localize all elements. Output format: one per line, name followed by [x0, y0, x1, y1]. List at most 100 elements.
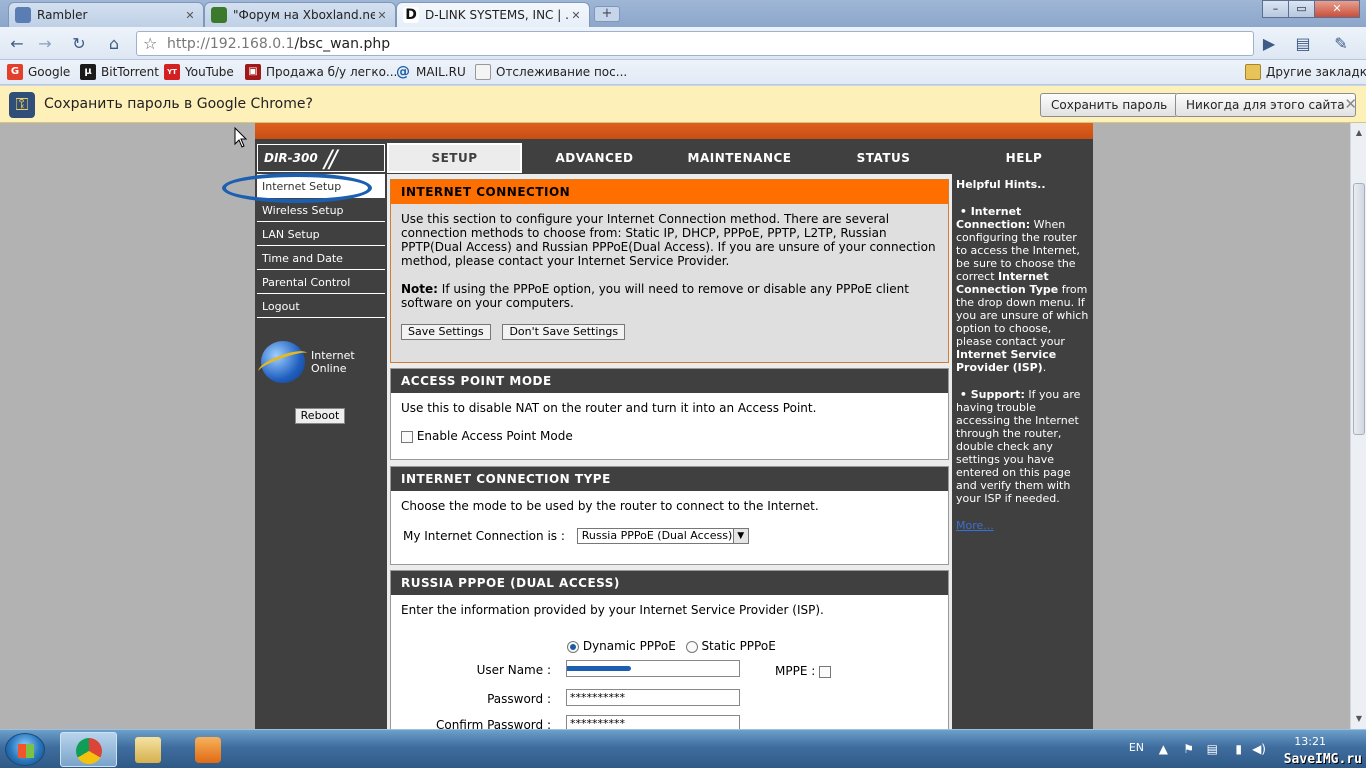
tab-rambler[interactable]: Rambler ✕	[8, 2, 204, 27]
address-bar[interactable]: ☆ http://192.168.0.1/bsc_wan.php	[136, 31, 1254, 56]
other-bookmarks[interactable]: Другие закладки	[1245, 64, 1366, 80]
volume-icon[interactable]: ◀)	[1252, 742, 1266, 756]
tab-help[interactable]: HELP	[955, 143, 1093, 173]
taskbar-media-player[interactable]	[180, 732, 237, 767]
tab-close-icon[interactable]: ✕	[183, 9, 197, 22]
scrollbar-thumb[interactable]	[1353, 183, 1365, 435]
bookmark-prodazha[interactable]: ▣ Продажа б/у легко...	[245, 64, 397, 80]
dont-save-settings-button[interactable]: Don't Save Settings	[502, 324, 626, 340]
wrench-icon[interactable]: ✎	[1330, 33, 1352, 55]
field-label: MPPE :	[775, 664, 816, 678]
tab-close-icon[interactable]: ✕	[375, 9, 389, 22]
close-icon[interactable]: ✕	[1344, 95, 1357, 113]
device-icon[interactable]: ▤	[1207, 742, 1218, 756]
section-title: ACCESS POINT MODE	[391, 369, 948, 393]
url-path: /bsc_wan.php	[294, 36, 391, 52]
menu-time-and-date[interactable]: Time and Date	[257, 246, 385, 270]
taskbar-explorer[interactable]	[120, 732, 177, 767]
status-text: Internet Online	[311, 349, 355, 375]
logo-slashes-icon: //	[324, 145, 337, 173]
language-indicator[interactable]: EN	[1129, 741, 1144, 754]
status-line: Internet	[311, 349, 355, 362]
static-pppoe-radio[interactable]	[685, 640, 698, 653]
confirm-password-input[interactable]: **********	[566, 715, 740, 729]
taskbar-chrome[interactable]	[60, 732, 117, 767]
radio-label: Dynamic PPPoE	[582, 639, 676, 653]
browser-toolbar: ← → ↻ ⌂ ☆ http://192.168.0.1/bsc_wan.php…	[0, 27, 1366, 60]
menu-parental-control[interactable]: Parental Control	[257, 270, 385, 294]
bookmarks-bar: G Google µ BitTorrent YT YouTube ▣ Прода…	[0, 60, 1366, 85]
tab-dlink[interactable]: D D-LINK SYSTEMS, INC | ... ✕	[396, 2, 590, 27]
section-title: RUSSIA PPPOE (DUAL ACCESS)	[391, 571, 948, 595]
reload-icon[interactable]: ↻	[68, 33, 90, 55]
page-menu-icon[interactable]: ▤	[1292, 33, 1314, 55]
page-icon	[475, 64, 491, 80]
tab-strip: Rambler ✕ "Форум на Xboxland.net... ✕ D …	[0, 0, 1366, 27]
hint-support: • Support: If you are having trouble acc…	[956, 388, 1081, 505]
xboxland-favicon-icon	[211, 7, 227, 23]
note-label: Note:	[401, 282, 438, 296]
show-hidden-icons-icon[interactable]: ▲	[1159, 742, 1168, 756]
tab-setup[interactable]: SETUP	[387, 143, 522, 173]
start-button[interactable]	[5, 733, 45, 766]
reboot-button[interactable]: Reboot	[295, 408, 345, 424]
scroll-down-icon[interactable]: ▼	[1351, 711, 1366, 727]
bookmark-star-icon[interactable]: ☆	[143, 34, 157, 53]
window-controls: – ▭ ✕	[1262, 0, 1360, 18]
bookmark-mailru[interactable]: @ MAIL.RU	[395, 64, 466, 80]
hint-title: Support:	[970, 388, 1025, 401]
note-text: If using the PPPoE option, you will need…	[401, 282, 909, 310]
bookmark-google[interactable]: G Google	[7, 64, 70, 80]
model-name: DIR-300	[264, 151, 318, 165]
radio-label: Static PPPoE	[701, 639, 776, 653]
save-password-button[interactable]: Сохранить пароль	[1040, 93, 1179, 117]
watermark-text: SaveIMG.ru	[1283, 752, 1362, 767]
scroll-up-icon[interactable]: ▲	[1351, 125, 1366, 141]
infobar-message: Сохранить пароль в Google Chrome?	[44, 96, 313, 112]
tab-maintenance[interactable]: MAINTENANCE	[667, 143, 812, 173]
tab-title: Rambler	[37, 8, 88, 22]
network-signal-icon[interactable]: ▮	[1235, 742, 1242, 756]
rambler-favicon-icon	[15, 7, 31, 23]
new-tab-button[interactable]: +	[594, 6, 620, 22]
bookmark-youtube[interactable]: YT YouTube	[164, 64, 234, 80]
bookmark-label: BitTorrent	[101, 65, 159, 79]
menu-lan-setup[interactable]: LAN Setup	[257, 222, 385, 246]
tab-close-icon[interactable]: ✕	[569, 9, 583, 22]
back-icon[interactable]: ←	[6, 33, 28, 55]
forward-icon[interactable]: →	[34, 33, 56, 55]
minimize-button[interactable]: –	[1262, 0, 1289, 18]
connection-type-select[interactable]: Russia PPPoE (Dual Access) ▼	[576, 528, 749, 544]
access-point-checkbox[interactable]	[401, 430, 413, 443]
menu-logout[interactable]: Logout	[257, 294, 385, 318]
bookmark-tracking[interactable]: Отслеживание пос...	[475, 64, 627, 80]
checkbox-label: Enable Access Point Mode	[416, 429, 573, 443]
maximize-button[interactable]: ▭	[1288, 0, 1315, 18]
bookmark-label: Другие закладки	[1266, 65, 1366, 79]
main-panel: INTERNET CONNECTION Use this section to …	[387, 174, 952, 729]
action-center-flag-icon[interactable]: ⚑	[1183, 742, 1194, 756]
header-banner	[255, 123, 1093, 139]
tab-advanced[interactable]: ADVANCED	[524, 143, 665, 173]
never-save-button[interactable]: Никогда для этого сайта	[1175, 93, 1356, 117]
tab-status[interactable]: STATUS	[814, 143, 953, 173]
close-window-button[interactable]: ✕	[1314, 0, 1360, 18]
password-input[interactable]: **********	[566, 689, 740, 706]
internet-status: Internet Online	[261, 341, 355, 383]
username-input[interactable]	[566, 660, 740, 677]
more-link[interactable]: More...	[956, 519, 1089, 532]
clock[interactable]: 13:21	[1294, 735, 1326, 749]
home-icon[interactable]: ⌂	[103, 33, 125, 55]
page-scrollbar[interactable]: ▲ ▼	[1350, 123, 1366, 729]
section-description: Enter the information provided by your I…	[401, 603, 824, 617]
go-icon[interactable]: ▶	[1258, 33, 1280, 55]
tab-xboxland[interactable]: "Форум на Xboxland.net... ✕	[204, 2, 396, 27]
bookmark-bittorrent[interactable]: µ BitTorrent	[80, 64, 159, 80]
bookmark-label: Продажа б/у легко...	[266, 65, 398, 79]
bookmark-label: Отслеживание пос...	[496, 65, 628, 79]
hint-internet-connection: • Internet Connection: When configuring …	[956, 205, 1089, 374]
mppe-checkbox[interactable]	[819, 665, 832, 678]
dynamic-pppoe-radio[interactable]	[567, 640, 579, 653]
windows-taskbar: EN ▲ ⚑ ▤ ▮ ◀) 13:21 SaveIMG.ru	[0, 729, 1366, 768]
save-settings-button[interactable]: Save Settings	[401, 324, 491, 340]
